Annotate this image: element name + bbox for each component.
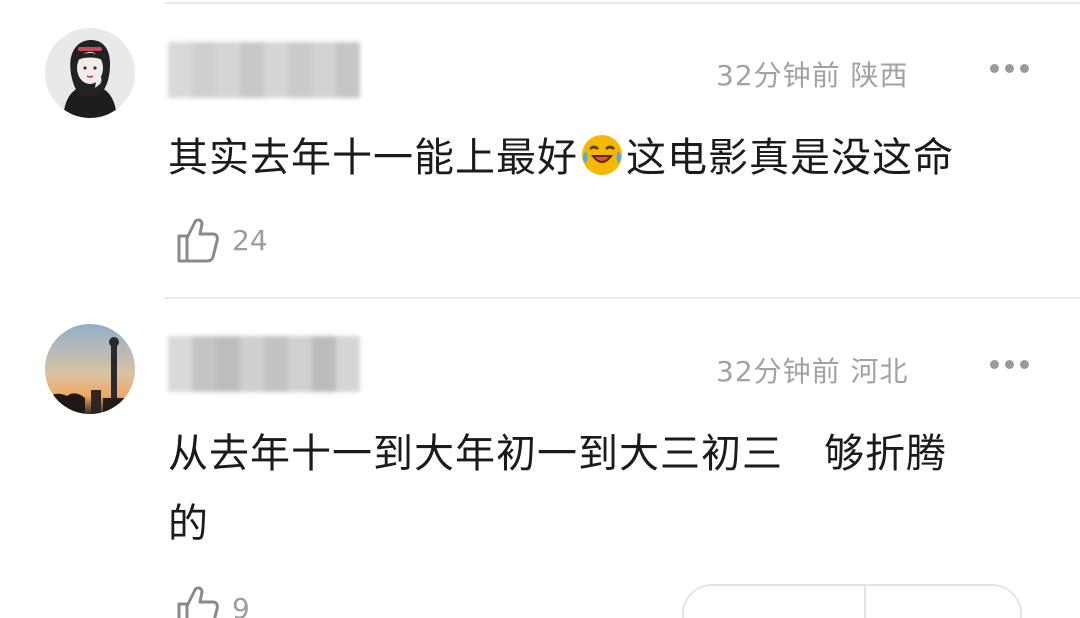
comment-location: 河北: [850, 355, 909, 388]
pill-separator: [864, 586, 866, 618]
thumbs-up-icon: [177, 586, 219, 618]
like-count: 9: [232, 591, 250, 618]
comment-list: 32分钟前 陕西 其实去年十一能上最好 这电影真是没这命 24 32分钟前 河北…: [0, 0, 1080, 618]
comment-meta: 32分钟前 陕西: [716, 54, 909, 94]
username-blurred[interactable]: [168, 42, 360, 98]
comment-time: 32分钟前: [716, 59, 841, 92]
thumbs-up-icon: [177, 218, 219, 263]
comment-time: 32分钟前: [716, 355, 841, 388]
comment-location: 陕西: [850, 59, 909, 92]
comment-text: 其实去年十一能上最好 这电影真是没这命: [168, 118, 954, 198]
like-button[interactable]: 24: [176, 216, 268, 264]
comment-divider: [165, 297, 1080, 299]
like-count: 24: [232, 223, 268, 257]
more-options-icon[interactable]: [990, 360, 1029, 369]
comment-text-part2: 这电影真是没这命: [626, 135, 954, 181]
avatar-illustration: [45, 28, 135, 118]
comment-text-line1: 从去年十一到大年初一到大三初三 够折腾: [168, 431, 947, 477]
comment-text-line2: 的: [168, 501, 209, 547]
avatar[interactable]: [45, 324, 135, 414]
username-blurred[interactable]: [168, 336, 360, 392]
more-options-icon[interactable]: [990, 64, 1029, 73]
top-divider: [165, 2, 1080, 4]
reply-action-pill[interactable]: [682, 584, 1022, 618]
like-button[interactable]: 9: [176, 584, 250, 618]
comment-meta: 32分钟前 河北: [716, 350, 909, 390]
avatar[interactable]: [45, 28, 135, 118]
avatar-photo: [45, 324, 135, 414]
laughing-crying-emoji-icon: [582, 135, 622, 175]
comment-text-part1: 其实去年十一能上最好: [168, 135, 578, 181]
